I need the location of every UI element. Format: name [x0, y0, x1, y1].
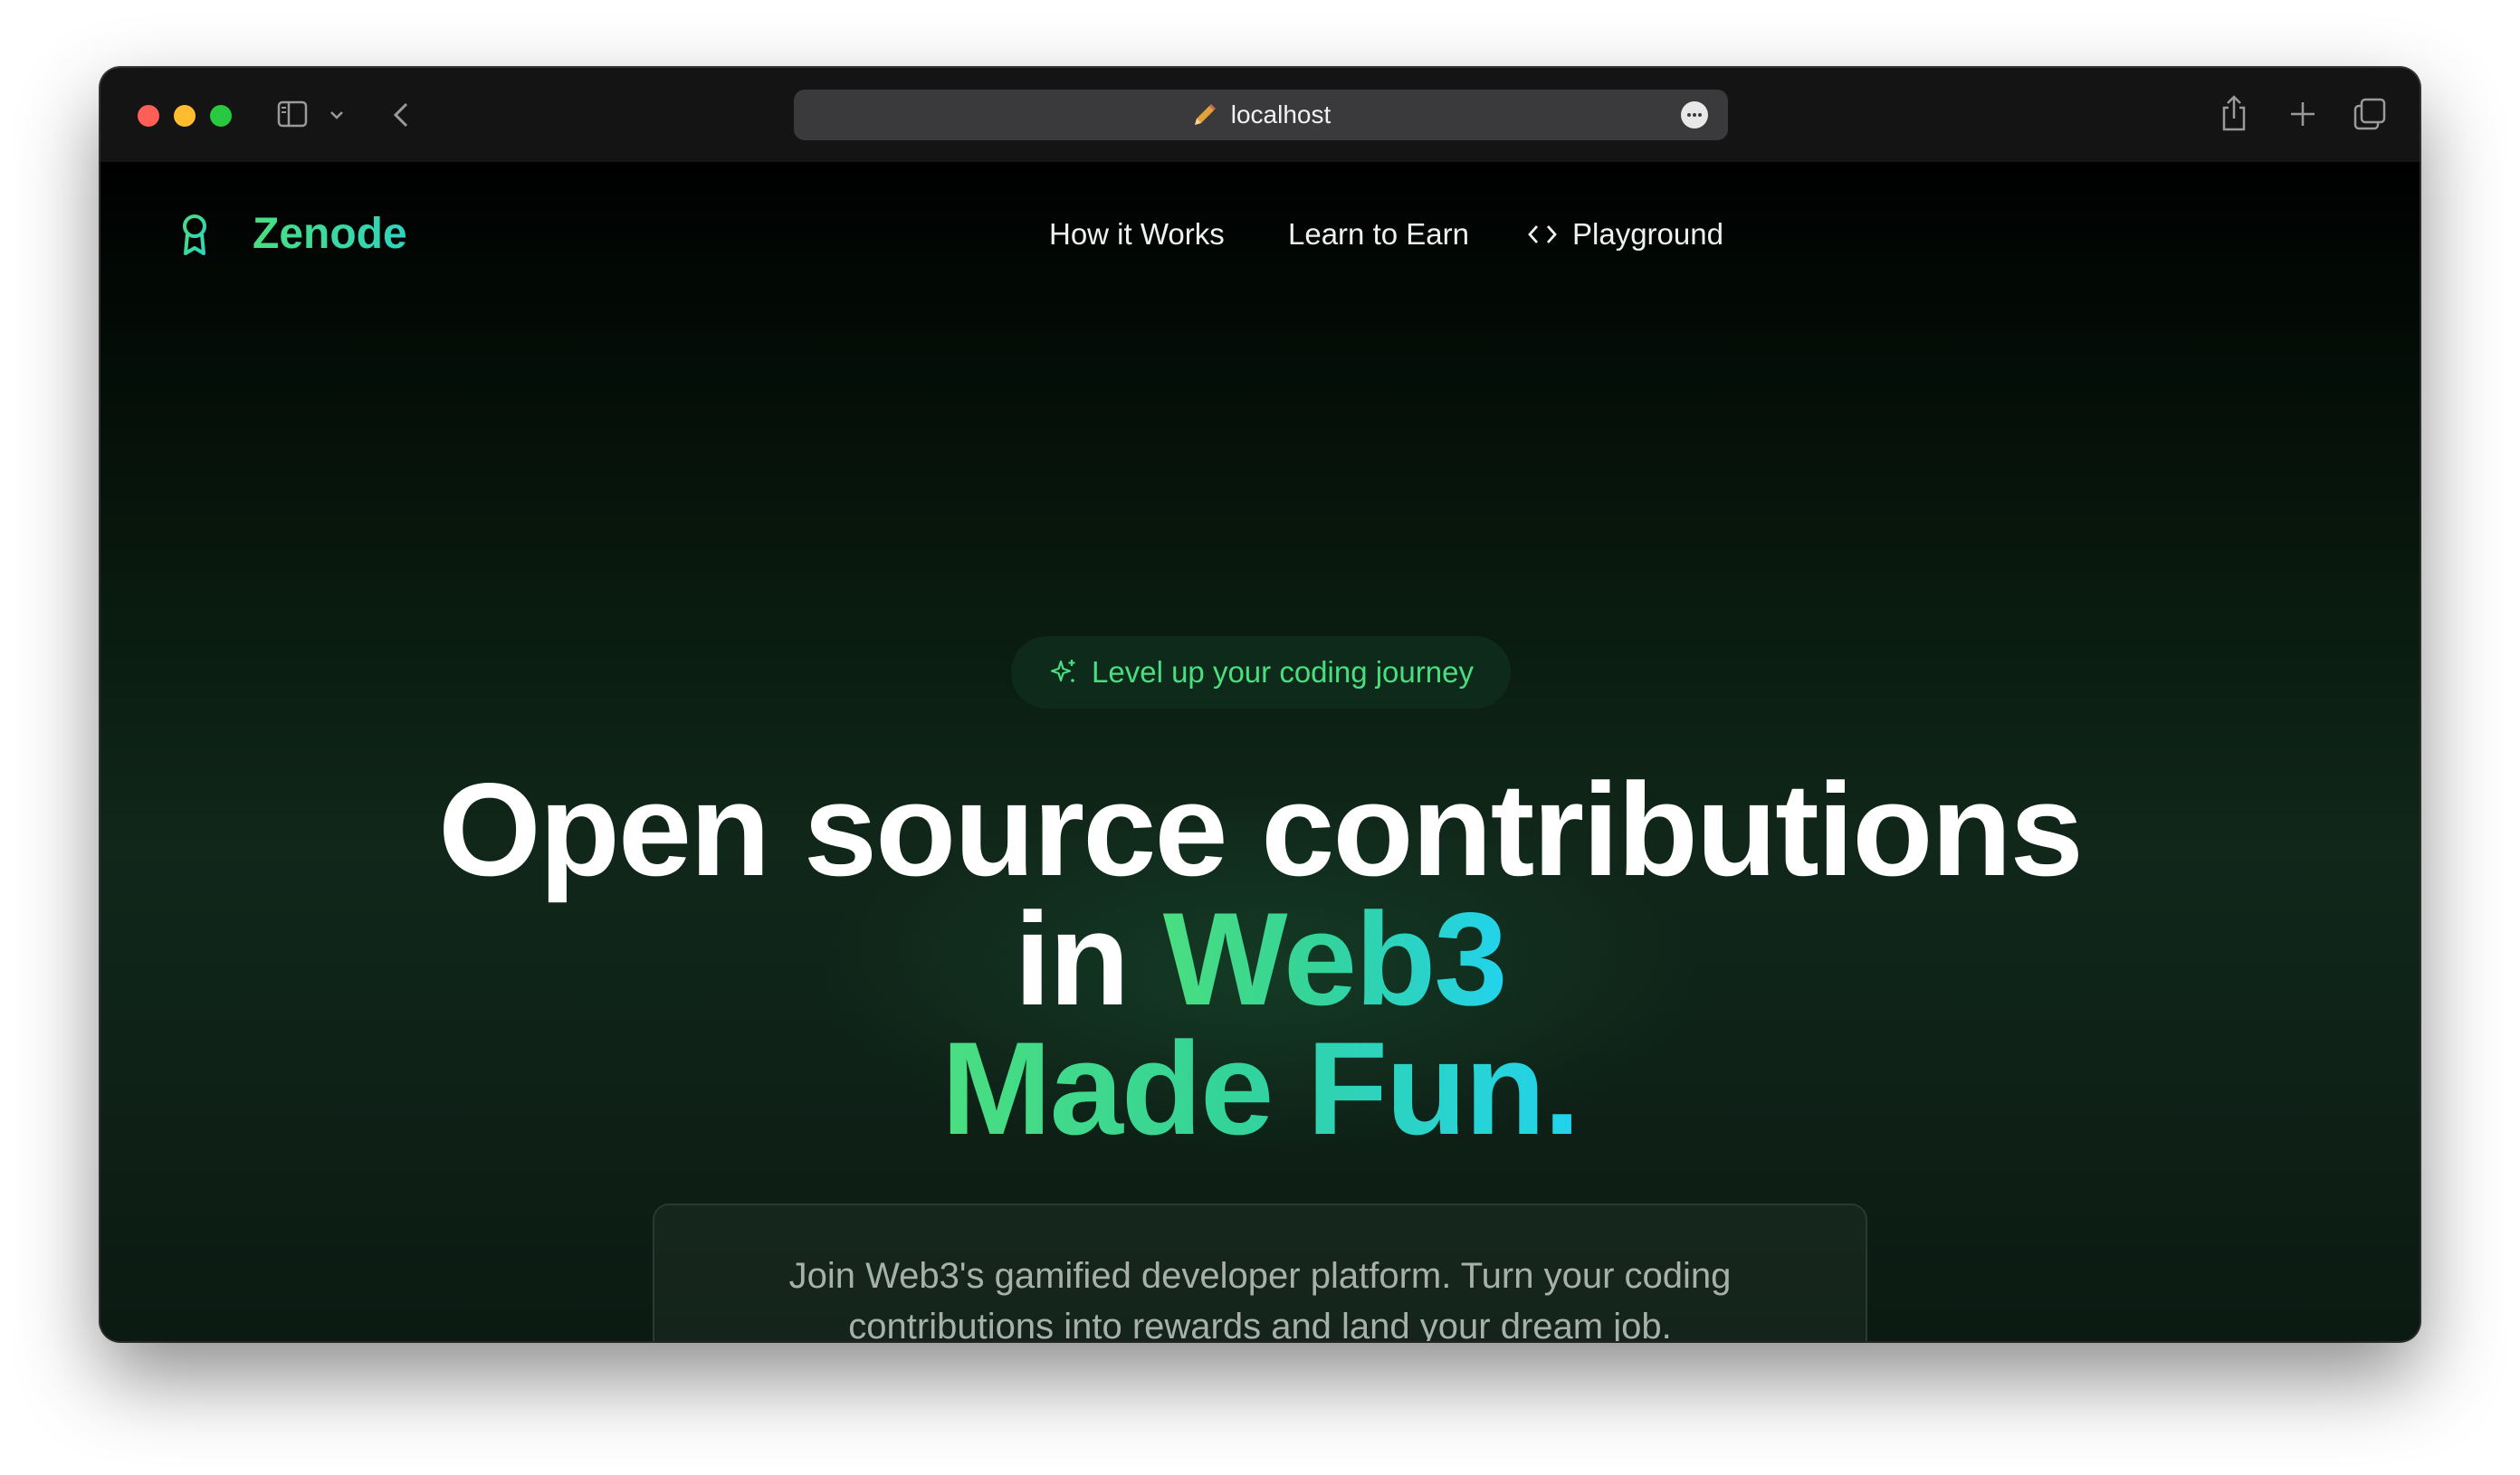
minimize-window-button[interactable] [174, 105, 196, 127]
share-icon[interactable] [2219, 93, 2249, 133]
hero-badge-text: Level up your coding journey [1092, 655, 1474, 689]
address-url: localhost [1230, 100, 1332, 128]
zoom-window-button[interactable] [210, 105, 232, 127]
hero-headline-line-3: Made Fun. [100, 1023, 2420, 1155]
sidebar-toggle-icon[interactable] [277, 100, 308, 128]
hero-subtitle: Join Web3's gamified developer platform.… [654, 1251, 1866, 1341]
nav-link-how-it-works[interactable]: How it Works [1049, 214, 1225, 254]
sparkles-icon [1050, 660, 1075, 682]
chevron-down-icon[interactable] [327, 106, 347, 124]
back-arrow-icon[interactable] [390, 99, 412, 131]
address-bar[interactable]: localhost [794, 90, 1728, 140]
hero-headline-line-2: in Web3 [100, 893, 2420, 1025]
hero-headline-in: in [1014, 885, 1130, 1032]
award-ribbon-icon[interactable] [178, 213, 211, 256]
more-options-icon[interactable] [1681, 101, 1708, 128]
nav-link-learn-to-earn[interactable]: Learn to Earn [1288, 214, 1469, 254]
tab-overview-icon[interactable] [2353, 97, 2387, 131]
nav-link-playground-label: Playground [1572, 217, 1723, 251]
hero-headline-web3: Web3 [1162, 885, 1508, 1032]
hero-subtitle-line-1: Join Web3's gamified developer platform.… [788, 1256, 1732, 1296]
brand-logo-text[interactable]: Zenode [253, 207, 407, 262]
hero-headline-line-1: Open source contributions [438, 756, 2084, 903]
pencil-icon [1194, 104, 1216, 125]
hero-headline-made-fun: Made Fun. [941, 1014, 1580, 1162]
web-page: Zenode How it Works Learn to Earn Playgr… [100, 162, 2420, 1341]
hero-badge: Level up your coding journey [1011, 636, 1511, 709]
new-tab-icon[interactable] [2289, 100, 2316, 128]
hero-subtitle-line-2: contributions into rewards and land your… [848, 1307, 1672, 1341]
hero-subtitle-card: Join Web3's gamified developer platform.… [653, 1204, 1867, 1341]
close-window-button[interactable] [138, 105, 159, 127]
nav-link-playground[interactable]: Playground [1527, 214, 1723, 254]
browser-window: localhost Zenode How it Works Learn to E… [100, 68, 2420, 1341]
code-icon [1528, 225, 1557, 243]
browser-toolbar: localhost [100, 68, 2420, 162]
